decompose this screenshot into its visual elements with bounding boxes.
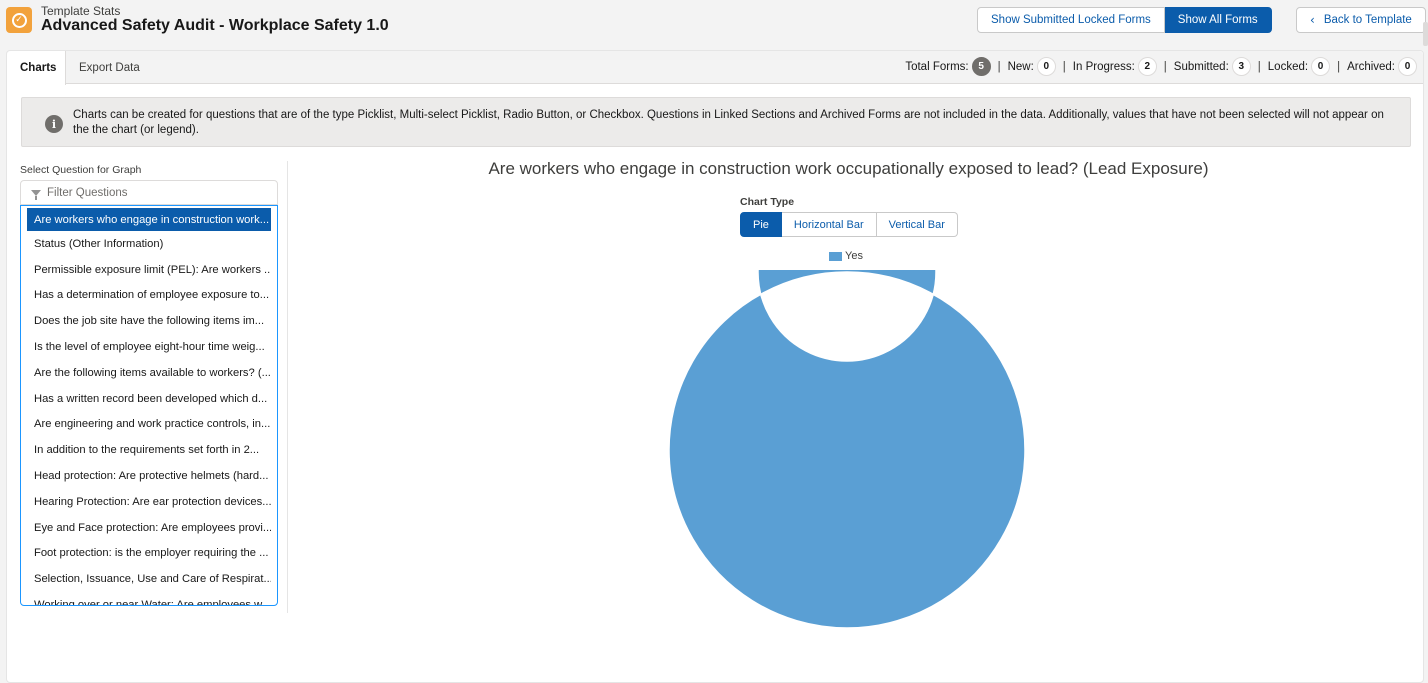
stat-count-badge: 2 — [1137, 57, 1157, 76]
stat-label: Total Forms: — [905, 60, 969, 73]
legend-label: Yes — [845, 250, 863, 262]
legend-swatch — [829, 251, 842, 261]
stat-label: Submitted: — [1173, 60, 1229, 73]
stat-count-badge: 3 — [1231, 57, 1251, 76]
show-all-forms-button[interactable]: Show All Forms — [1164, 7, 1272, 33]
chart-type-label: Chart Type — [740, 196, 795, 208]
stat-separator: | — [997, 60, 1001, 73]
chart-type-selector: Pie Horizontal Bar Vertical Bar — [740, 212, 958, 237]
stat-separator: | — [1257, 60, 1261, 73]
question-list-item[interactable]: Has a written record been developed whic… — [27, 386, 271, 412]
stat-submitted: Submitted: 3 — [1174, 57, 1251, 76]
question-list[interactable]: Are workers who engage in construction w… — [20, 205, 278, 606]
info-icon: i — [45, 115, 63, 133]
question-select-label: Select Question for Graph — [20, 164, 142, 176]
chart-title: Are workers who engage in construction w… — [488, 159, 1209, 178]
question-list-item[interactable]: Working over or near Water: Are employee… — [27, 592, 271, 605]
stat-in-progress: In Progress: 2 — [1073, 57, 1157, 76]
page-header: ✓ Template Stats Advanced Safety Audit -… — [0, 0, 1428, 46]
chart-type-horizontal-bar-button[interactable]: Horizontal Bar — [781, 212, 877, 237]
form-stats: Total Forms: 5 | New: 0 | In Progress: 2… — [905, 57, 1417, 76]
question-list-item[interactable]: Are the following items available to wor… — [27, 360, 271, 386]
scrollbar[interactable] — [1423, 22, 1428, 46]
stat-locked: Locked: 0 — [1267, 57, 1331, 76]
question-list-item[interactable]: Selection, Issuance, Use and Care of Res… — [27, 566, 271, 592]
question-list-item[interactable]: Are workers who engage in construction w… — [27, 208, 271, 231]
panel-divider — [287, 161, 288, 613]
chart-legend: Yes — [829, 250, 863, 262]
stat-new: New: 0 — [1008, 57, 1056, 76]
tab-bar: Charts Export Data Total Forms: 5 | New:… — [7, 51, 1423, 85]
page-subtitle: Template Stats — [41, 4, 121, 18]
question-list-item[interactable]: Has a determination of employee exposure… — [27, 283, 271, 309]
info-banner-message: Charts can be created for questions that… — [73, 109, 1384, 136]
stat-label: Locked: — [1267, 60, 1309, 73]
back-to-template-button[interactable]: ‹ Back to Template — [1296, 7, 1426, 33]
question-list-item[interactable]: Hearing Protection: Are ear protection d… — [27, 489, 271, 515]
back-to-template-label: Back to Template — [1323, 14, 1412, 26]
filter-questions-input[interactable] — [47, 186, 267, 199]
form-filter-button-group: Show Submitted Locked Forms Show All For… — [977, 7, 1272, 33]
stat-label: Archived: — [1347, 60, 1395, 73]
stat-count-badge: 0 — [1311, 57, 1331, 76]
stat-count-badge: 0 — [1398, 57, 1417, 76]
question-list-item[interactable]: Foot protection: is the employer requiri… — [27, 541, 271, 567]
chart-type-pie-button[interactable]: Pie — [740, 212, 782, 237]
stat-separator: | — [1163, 60, 1167, 73]
info-banner: i Charts can be created for questions th… — [21, 97, 1411, 147]
tab-export-data[interactable]: Export Data — [66, 51, 153, 84]
filter-questions-field[interactable] — [20, 180, 278, 205]
question-list-item[interactable]: Are engineering and work practice contro… — [27, 412, 271, 438]
question-list-item[interactable]: Eye and Face protection: Are employees p… — [27, 515, 271, 541]
chart-type-vertical-bar-button[interactable]: Vertical Bar — [876, 212, 958, 237]
question-list-item[interactable]: In addition to the requirements set fort… — [27, 437, 271, 463]
app-logo-icon: ✓ — [6, 7, 32, 33]
stat-label: In Progress: — [1072, 60, 1135, 73]
stat-count-badge: 5 — [971, 57, 991, 76]
filter-icon — [31, 189, 41, 200]
stats-card: Charts Export Data Total Forms: 5 | New:… — [6, 50, 1424, 683]
stat-label: New: — [1007, 60, 1034, 73]
question-list-item[interactable]: Is the level of employee eight-hour time… — [27, 334, 271, 360]
stat-separator: | — [1337, 60, 1341, 73]
stat-total-forms: Total Forms: 5 — [905, 57, 991, 76]
question-list-item[interactable]: Permissible exposure limit (PEL): Are wo… — [27, 257, 271, 283]
page-title: Advanced Safety Audit - Workplace Safety… — [41, 17, 389, 34]
chevron-left-icon: ‹ — [1310, 13, 1315, 27]
question-list-item[interactable]: Status (Other Information) — [27, 231, 271, 257]
donut-chart — [668, 270, 1026, 629]
show-submitted-locked-forms-button[interactable]: Show Submitted Locked Forms — [977, 7, 1165, 33]
stat-archived: Archived: 0 — [1347, 57, 1417, 76]
question-list-item[interactable]: Head protection: Are protective helmets … — [27, 463, 271, 489]
stat-separator: | — [1062, 60, 1066, 73]
tab-charts[interactable]: Charts — [7, 51, 66, 85]
question-list-item[interactable]: Does the job site have the following ite… — [27, 308, 271, 334]
stat-count-badge: 0 — [1036, 57, 1056, 76]
